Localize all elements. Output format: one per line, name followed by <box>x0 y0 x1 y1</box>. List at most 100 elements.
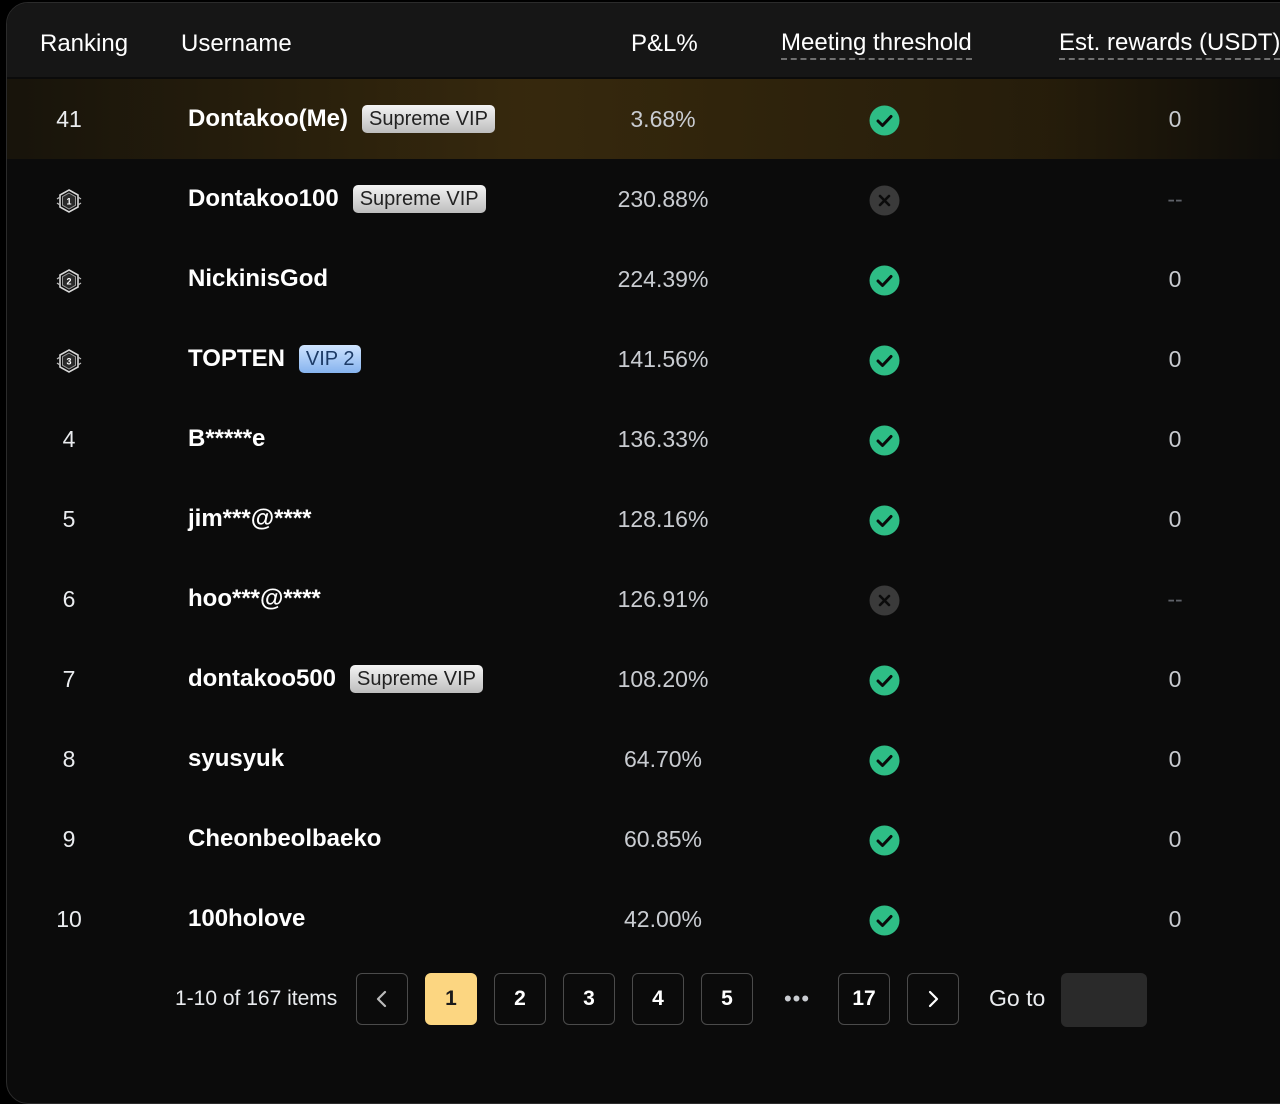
next-page-button[interactable] <box>907 973 959 1025</box>
table-row-me: 41 Dontakoo(Me) Supreme VIP 3.68% 0 <box>7 79 1280 159</box>
username: Dontakoo(Me) <box>188 105 348 132</box>
pnl-cell: 108.20% <box>617 666 709 692</box>
rank-cell: 10 <box>56 906 82 932</box>
rank-cell: 6 <box>62 586 76 612</box>
check-icon <box>869 105 900 136</box>
rank-cell: 3 <box>37 319 101 399</box>
rank-cell: 7 <box>62 666 76 692</box>
rank-cell: 9 <box>62 826 76 852</box>
username-cell: 100holove <box>188 879 305 959</box>
threshold-status <box>869 665 900 696</box>
pnl-cell: 230.88% <box>617 186 709 212</box>
pnl-cell: 126.91% <box>617 586 709 612</box>
pnl-cell: 136.33% <box>617 426 709 452</box>
chevron-left-icon <box>376 991 387 1008</box>
username: B*****e <box>188 425 266 452</box>
pnl-cell: 224.39% <box>617 266 709 292</box>
page-button-1[interactable]: 1 <box>425 973 477 1025</box>
check-icon <box>869 265 900 296</box>
page-button-2[interactable]: 2 <box>494 973 546 1025</box>
table-row: 1 Dontakoo100 Supreme VIP 230.88% -- <box>7 159 1280 239</box>
username: dontakoo500 <box>188 665 337 692</box>
username: jim***@**** <box>188 505 312 532</box>
threshold-status <box>869 905 900 936</box>
table-row: 2 NickinisGod 224.39% 0 <box>7 239 1280 319</box>
reward-cell: -- <box>1167 586 1183 612</box>
username: syusyuk <box>188 745 285 772</box>
pnl-cell: 42.00% <box>623 906 702 932</box>
cross-icon <box>869 185 900 216</box>
table-row: 3 TOPTEN VIP 2 141.56% 0 <box>7 319 1280 399</box>
check-icon <box>869 425 900 456</box>
goto-page-input[interactable] <box>1061 973 1147 1027</box>
svg-text:2: 2 <box>66 276 71 286</box>
vip-badge: Supreme VIP <box>350 665 483 693</box>
reward-cell: 0 <box>1168 906 1182 932</box>
pagination-ellipsis[interactable]: ••• <box>777 973 817 1025</box>
username-cell: Dontakoo100 Supreme VIP <box>188 159 486 239</box>
pagination-summary: 1-10 of 167 items <box>175 987 338 1010</box>
rank-2-medal-icon: 2 <box>56 269 82 293</box>
pnl-cell: 141.56% <box>617 346 709 372</box>
check-icon <box>869 345 900 376</box>
vip-badge: VIP 2 <box>298 345 362 373</box>
reward-cell: 0 <box>1168 106 1182 132</box>
rank-cell: 2 <box>37 239 101 319</box>
header-est-rewards[interactable]: Est. rewards (USDT) <box>1059 28 1280 60</box>
rank-cell: 5 <box>62 506 76 532</box>
rank-cell: 41 <box>56 106 82 132</box>
page-button-4[interactable]: 4 <box>632 973 684 1025</box>
username: 100holove <box>188 905 306 932</box>
page-button-last[interactable]: 17 <box>838 973 890 1025</box>
rank-cell: 1 <box>37 159 101 239</box>
username-cell: B*****e <box>188 399 265 479</box>
threshold-status <box>869 185 900 216</box>
chevron-right-icon <box>928 991 939 1008</box>
check-icon <box>869 825 900 856</box>
check-icon <box>869 905 900 936</box>
username-cell: dontakoo500 Supreme VIP <box>188 639 483 719</box>
header-username: Username <box>181 30 292 57</box>
threshold-status <box>869 825 900 856</box>
username-cell: hoo***@**** <box>188 559 321 639</box>
table-row: 10 100holove 42.00% 0 <box>7 879 1280 959</box>
table-row: 9 Cheonbeolbaeko 60.85% 0 <box>7 799 1280 879</box>
reward-cell: 0 <box>1168 426 1182 452</box>
check-icon <box>869 665 900 696</box>
header-pnl[interactable]: P&L% <box>631 28 698 60</box>
username: hoo***@**** <box>188 585 321 612</box>
table-row: 5 jim***@**** 128.16% 0 <box>7 479 1280 559</box>
username-cell: jim***@**** <box>188 479 311 559</box>
table-row: 4 B*****e 136.33% 0 <box>7 399 1280 479</box>
cross-icon <box>869 585 900 616</box>
username: Dontakoo100 <box>188 185 339 212</box>
reward-cell: -- <box>1167 186 1183 212</box>
pnl-cell: 128.16% <box>617 506 709 532</box>
page-button-5[interactable]: 5 <box>701 973 753 1025</box>
prev-page-button[interactable] <box>356 973 408 1025</box>
threshold-status <box>869 425 900 456</box>
username: Cheonbeolbaeko <box>188 825 382 852</box>
username-cell: TOPTEN VIP 2 <box>188 319 362 399</box>
table-header: Ranking Username P&L% Meeting threshold … <box>7 3 1280 77</box>
rank-cell: 4 <box>62 426 76 452</box>
table-row: 7 dontakoo500 Supreme VIP 108.20% 0 <box>7 639 1280 719</box>
table-row: 6 hoo***@**** 126.91% -- <box>7 559 1280 639</box>
table-row: 8 syusyuk 64.70% 0 <box>7 719 1280 799</box>
threshold-status <box>869 345 900 376</box>
reward-cell: 0 <box>1168 746 1182 772</box>
username-cell: Dontakoo(Me) Supreme VIP <box>188 79 495 159</box>
username-cell: syusyuk <box>188 719 284 799</box>
header-meeting-threshold[interactable]: Meeting threshold <box>781 28 972 60</box>
page-button-3[interactable]: 3 <box>563 973 615 1025</box>
pnl-cell: 60.85% <box>623 826 702 852</box>
threshold-status <box>869 265 900 296</box>
leaderboard-panel: Ranking Username P&L% Meeting threshold … <box>6 2 1280 1104</box>
threshold-status <box>869 585 900 616</box>
check-icon <box>869 505 900 536</box>
reward-cell: 0 <box>1168 666 1182 692</box>
reward-cell: 0 <box>1168 506 1182 532</box>
vip-badge: Supreme VIP <box>352 185 486 213</box>
username-cell: Cheonbeolbaeko <box>188 799 381 879</box>
rank-cell: 8 <box>62 746 76 772</box>
